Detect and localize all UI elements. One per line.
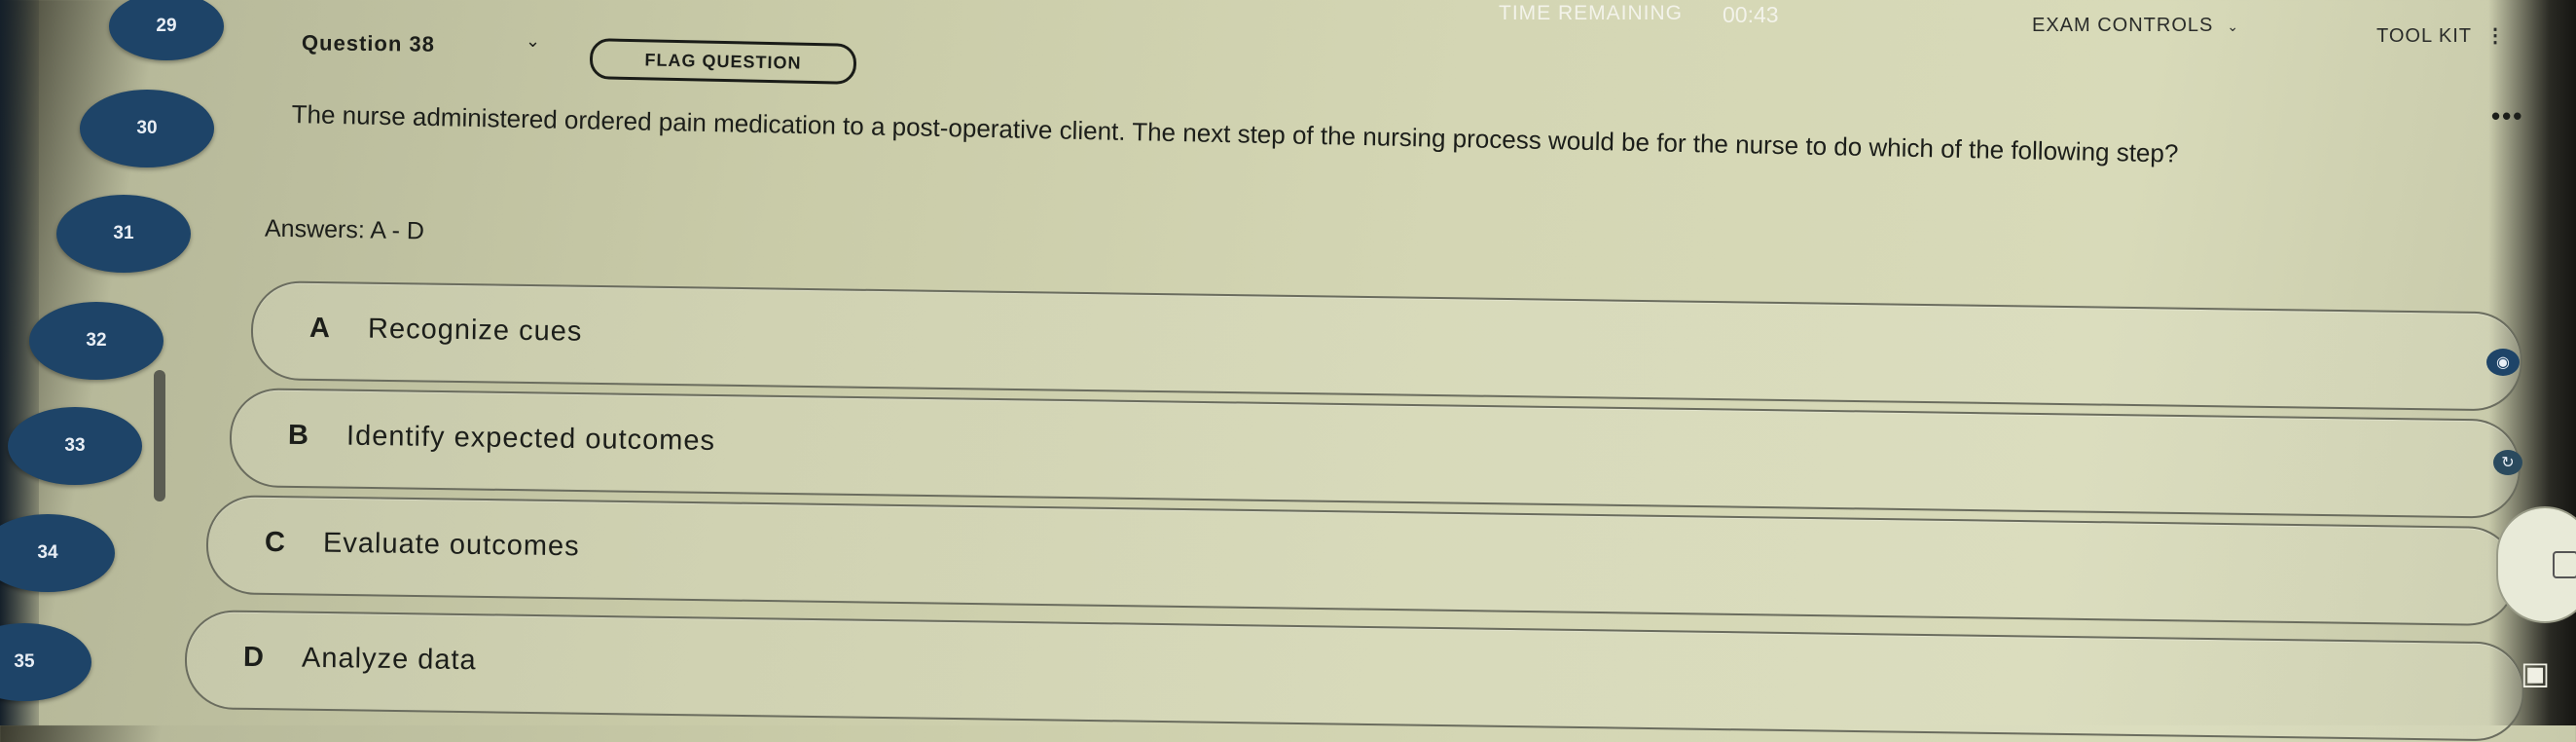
option-letter: D — [242, 641, 265, 674]
timer-label: TIME REMAINING — [1499, 2, 1684, 24]
exam-controls-menu[interactable]: EXAM CONTROLS ⌄ — [2032, 15, 2239, 37]
option-letter: C — [264, 526, 286, 559]
option-text: Recognize cues — [367, 313, 583, 348]
refresh-icon[interactable]: ↻ — [2493, 450, 2522, 475]
timer-value: 00:43 — [1723, 2, 1779, 27]
question-nav-32[interactable]: 32 — [29, 302, 163, 380]
option-text: Evaluate outcomes — [322, 527, 580, 563]
question-nav-33[interactable]: 33 — [8, 407, 142, 485]
question-nav-35[interactable]: 35 — [0, 623, 91, 701]
chevron-down-icon[interactable]: ⌄ — [526, 31, 540, 52]
flag-question-button[interactable]: FLAG QUESTION — [589, 38, 857, 85]
question-stem: The nurse administered ordered pain medi… — [291, 99, 2179, 168]
question-nav-30[interactable]: 30 — [80, 90, 214, 167]
chevron-down-icon: ⌄ — [2227, 19, 2240, 34]
option-c[interactable]: C Evaluate outcomes — [205, 495, 2518, 627]
flag-question-label: FLAG QUESTION — [644, 49, 802, 73]
option-text: Identify expected outcomes — [345, 420, 716, 457]
answers-label: Answers: A - D — [264, 214, 425, 245]
tool-kit-menu[interactable]: TOOL KIT ⋮ — [2376, 23, 2506, 48]
camera-icon[interactable]: ▣ — [2521, 654, 2550, 691]
eye-icon[interactable]: ◉ — [2486, 349, 2520, 376]
option-d[interactable]: D Analyze data — [184, 610, 2525, 742]
question-nav-31[interactable]: 31 — [56, 195, 191, 273]
vertical-dots-icon: ⋮ — [2485, 25, 2507, 47]
square-icon — [2553, 551, 2576, 578]
tool-kit-label: TOOL KIT — [2376, 25, 2473, 47]
option-letter: A — [308, 312, 331, 345]
navigator-scrollbar[interactable] — [154, 370, 165, 501]
question-title: Question 38 — [301, 30, 436, 56]
more-horizontal-icon[interactable]: ••• — [2491, 101, 2523, 131]
floating-action-button[interactable] — [2496, 506, 2576, 623]
option-text: Analyze data — [301, 642, 477, 677]
option-letter: B — [287, 419, 309, 452]
question-nav-34[interactable]: 34 — [0, 514, 115, 592]
exam-controls-label: EXAM CONTROLS — [2032, 15, 2214, 36]
